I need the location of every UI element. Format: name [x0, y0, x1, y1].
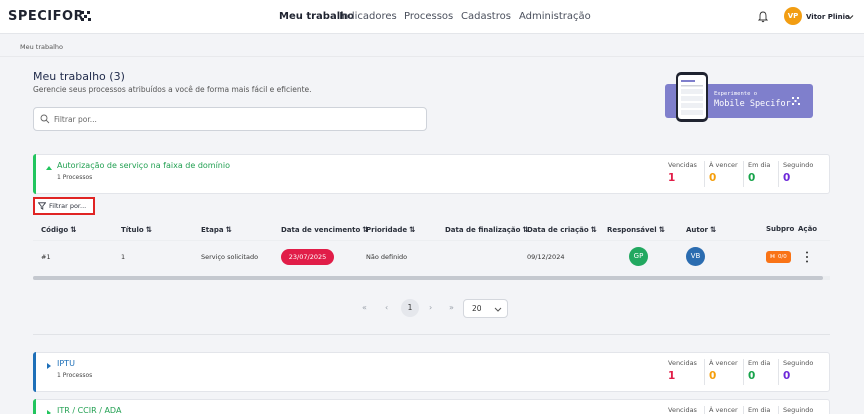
stat-em-dia: Em dia 0: [748, 161, 771, 184]
app-logo[interactable]: SPECIFOR: [8, 9, 84, 24]
page-size-value: 20: [472, 304, 482, 313]
page-title: Meu trabalho (3): [33, 70, 125, 83]
horizontal-scrollbar[interactable]: [33, 276, 830, 280]
caret-right-icon[interactable]: [46, 410, 52, 414]
prev-page-button[interactable]: ‹: [385, 303, 388, 312]
column-header-autor[interactable]: Autor ⇅: [686, 225, 716, 234]
bell-icon[interactable]: [758, 11, 768, 23]
page-size-select[interactable]: 20: [463, 299, 508, 318]
subprocess-icon: [770, 253, 775, 258]
column-header-codigo[interactable]: Código ⇅: [41, 225, 76, 234]
promo-line-1: Experimente o: [714, 91, 758, 97]
last-page-button[interactable]: »: [449, 303, 454, 312]
breadcrumb[interactable]: Meu trabalho: [20, 43, 63, 51]
phone-illustration: [676, 72, 708, 122]
page-subtitle: Gerencie seus processos atribuídos a voc…: [33, 85, 312, 94]
nav-processos[interactable]: Processos: [404, 11, 453, 22]
first-page-button[interactable]: «: [362, 303, 367, 312]
responsavel-avatar[interactable]: GP: [629, 247, 648, 266]
subprocess-badge[interactable]: 0/0: [766, 251, 791, 263]
stat-seguindo: Seguindo: [783, 406, 814, 414]
next-page-button[interactable]: ›: [429, 303, 432, 312]
group-name[interactable]: IPTU: [57, 359, 75, 368]
chevron-down-icon: [494, 307, 502, 312]
cell-etapa: Serviço solicitado: [201, 253, 259, 261]
autor-avatar[interactable]: VB: [686, 247, 705, 266]
group-name[interactable]: Autorização de serviço na faixa de domín…: [57, 161, 230, 170]
group-count: 1 Processos: [57, 174, 93, 181]
column-header-prioridade[interactable]: Prioridade ⇅: [366, 225, 415, 234]
column-header-responsavel[interactable]: Responsável ⇅: [607, 225, 665, 234]
search-input[interactable]: [54, 113, 414, 126]
search-box: [33, 107, 427, 131]
user-name[interactable]: Vitor Plinio: [806, 13, 850, 21]
top-navbar: SPECIFOR Meu trabalho Indicadores Proces…: [0, 0, 864, 34]
chevron-down-icon[interactable]: [846, 13, 854, 21]
scrollbar-thumb[interactable]: [33, 276, 823, 280]
column-header-vencimento[interactable]: Data de vencimento ⇅: [281, 225, 369, 234]
filter-button-label: Filtrar por...: [49, 202, 87, 210]
column-header-criacao[interactable]: Data de criação ⇅: [527, 225, 597, 234]
column-header-etapa[interactable]: Etapa ⇅: [201, 225, 232, 234]
group-color-bar: [33, 154, 36, 194]
column-header-finalizacao[interactable]: Data de finalização ⇅: [445, 225, 529, 234]
sort-icon: ⇅: [145, 225, 153, 234]
divider: [704, 406, 705, 414]
promo-line-2: Mobile Specifor: [714, 99, 791, 109]
cell-codigo: #1: [41, 253, 51, 261]
column-header-subprocessos[interactable]: Subpro: [766, 225, 794, 233]
cell-titulo: 1: [121, 253, 126, 261]
search-icon: [40, 114, 50, 124]
divider: [704, 359, 705, 385]
sort-icon: ⇅: [225, 225, 232, 234]
stat-em-dia: Em dia: [748, 406, 771, 414]
divider: [33, 334, 830, 335]
divider: [778, 359, 779, 385]
due-date-badge: 23/07/2025: [281, 249, 334, 265]
sort-icon: ⇅: [658, 225, 666, 234]
table-row[interactable]: [33, 240, 830, 276]
caret-up-icon[interactable]: [46, 165, 52, 171]
divider: [743, 406, 744, 414]
cell-criacao: 09/12/2024: [527, 253, 565, 261]
divider: [743, 161, 744, 187]
group-color-bar: [33, 352, 36, 392]
funnel-icon: [38, 202, 46, 210]
divider: [778, 406, 779, 414]
nav-cadastros[interactable]: Cadastros: [461, 11, 511, 22]
logo-dots-icon: [792, 97, 800, 105]
sort-icon: ⇅: [409, 225, 416, 234]
column-header-acao: Ação: [798, 225, 818, 233]
sort-icon: ⇅: [710, 225, 717, 234]
logo-dots-icon: [81, 11, 91, 21]
cell-prioridade: Não definido: [366, 253, 408, 261]
column-header-titulo[interactable]: Título ⇅: [121, 225, 152, 234]
user-avatar[interactable]: VP: [784, 7, 802, 25]
stat-em-dia: Em dia 0: [748, 359, 771, 382]
nav-administracao[interactable]: Administração: [519, 11, 591, 22]
divider: [704, 161, 705, 187]
filter-button[interactable]: Filtrar por...: [33, 197, 95, 215]
group-color-bar: [33, 399, 36, 414]
sort-icon: ⇅: [70, 225, 77, 234]
divider: [0, 56, 864, 57]
nav-indicadores[interactable]: Indicadores: [339, 11, 397, 22]
caret-right-icon[interactable]: [46, 363, 52, 369]
stat-seguindo: Seguindo 0: [783, 359, 814, 382]
process-group[interactable]: ITR / CCIR / ADA Vencidas À vencer Em di…: [33, 399, 830, 414]
sort-icon: ⇅: [590, 225, 597, 234]
divider: [743, 359, 744, 385]
process-group[interactable]: IPTU 1 Processos Vencidas 1 À vencer 0 Em …: [33, 352, 830, 392]
stat-vencidas: Vencidas 1: [668, 161, 697, 184]
stat-vencidas: Vencidas: [668, 406, 697, 414]
process-group[interactable]: Autorização de serviço na faixa de domín…: [33, 154, 830, 194]
divider: [778, 161, 779, 187]
stat-seguindo: Seguindo 0: [783, 161, 814, 184]
more-actions-icon[interactable]: [805, 250, 809, 264]
stat-vencidas: Vencidas 1: [668, 359, 697, 382]
group-count: 1 Processos: [57, 372, 93, 379]
group-name[interactable]: ITR / CCIR / ADA: [57, 406, 121, 414]
page-1-button[interactable]: 1: [401, 299, 419, 317]
